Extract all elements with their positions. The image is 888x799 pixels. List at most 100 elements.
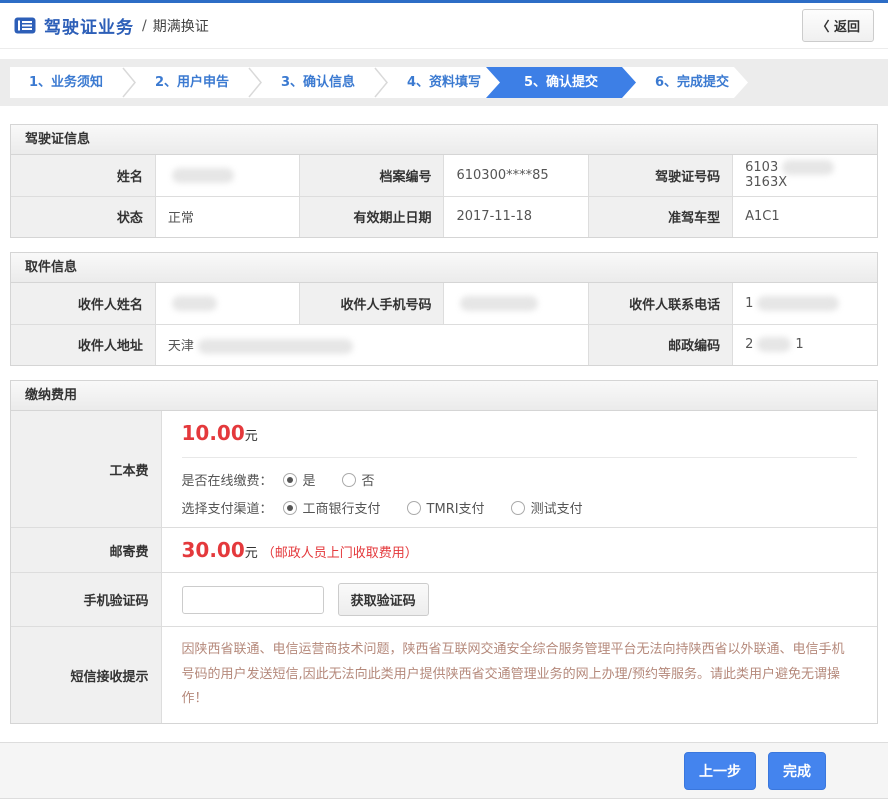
redacted-license-number [782, 160, 834, 175]
fees-section-title: 缴纳费用 [11, 381, 877, 411]
step-progress-bar: 1、业务须知 2、用户申告 3、确认信息 4、资料填写 5、确认提交 6、完成提… [10, 67, 878, 98]
mail-fee-currency: 元 [245, 546, 258, 561]
channel-tmri-radio[interactable] [407, 501, 421, 515]
recipient-name-value [155, 283, 299, 324]
license-number-prefix: 6103 [745, 160, 778, 175]
vehicle-type-value: A1C1 [733, 196, 877, 237]
step-bar-filler [734, 67, 878, 98]
channel-test-radio[interactable] [511, 501, 525, 515]
recipient-mobile-label: 收件人手机号码 [300, 283, 444, 324]
pickup-info-section: 取件信息 收件人姓名 收件人手机号码 收件人联系电话 1 收件人地址 天津 邮政… [10, 252, 878, 366]
license-number-value: 61033163X [733, 155, 877, 196]
channel-tmri-label[interactable]: TMRI支付 [427, 498, 485, 517]
online-pay-label: 是否在线缴费： [182, 470, 273, 489]
name-label: 姓名 [11, 155, 155, 196]
table-row: 邮寄费 30.00元 （邮政人员上门收取费用） [11, 528, 877, 573]
fee-divider [182, 457, 858, 458]
archive-number-value: 610300****85 [444, 155, 588, 196]
step-4-fill-materials[interactable]: 4、资料填写 [388, 67, 500, 98]
pickup-info-section-title: 取件信息 [11, 253, 877, 283]
step-1-business-notice[interactable]: 1、业务须知 [10, 67, 122, 98]
name-value [155, 155, 299, 196]
online-pay-yes-radio[interactable] [283, 473, 297, 487]
recipient-name-label: 收件人姓名 [11, 283, 155, 324]
footer-action-bar: 上一步 完成 [0, 742, 888, 799]
step-2-user-declaration[interactable]: 2、用户申告 [136, 67, 248, 98]
pay-channel-row: 选择支付渠道： 工商银行支付 TMRI支付 测试支付 [182, 498, 858, 517]
step-separator-icon [248, 67, 262, 98]
mail-fee-label: 邮寄费 [11, 528, 161, 573]
redacted-recipient-name [172, 296, 217, 311]
sms-code-label: 手机验证码 [11, 573, 161, 627]
breadcrumb-separator: / [142, 18, 147, 34]
expiry-date-value: 2017-11-18 [444, 196, 588, 237]
license-info-section-title: 驾驶证信息 [11, 125, 877, 155]
step-6-complete-submit[interactable]: 6、完成提交 [636, 67, 748, 98]
archive-number-label: 档案编号 [300, 155, 444, 196]
table-row: 工本费 10.00元 是否在线缴费： 是 否 选择支付渠道： 工商银行支付 TM… [11, 411, 877, 528]
license-number-suffix: 3163X [745, 175, 787, 190]
page-title: 驾驶证业务 [44, 13, 134, 38]
sms-tip-text: 因陕西省联通、电信运营商技术问题，陕西省互联网交通安全综合服务管理平台无法向持陕… [162, 627, 878, 723]
step-separator-icon [122, 67, 136, 98]
pickup-info-table: 收件人姓名 收件人手机号码 收件人联系电话 1 收件人地址 天津 邮政编码 21 [11, 283, 877, 365]
status-value: 正常 [155, 196, 299, 237]
back-arrow-icon: 〈 [816, 20, 829, 35]
pay-channel-label: 选择支付渠道： [182, 498, 273, 517]
previous-step-button[interactable]: 上一步 [684, 752, 756, 790]
table-row: 姓名 档案编号 610300****85 驾驶证号码 61033163X [11, 155, 877, 196]
redacted-postcode [757, 337, 791, 352]
recipient-tel-label: 收件人联系电话 [588, 283, 732, 324]
table-row: 状态 正常 有效期止日期 2017-11-18 准驾车型 A1C1 [11, 196, 877, 237]
back-button[interactable]: 〈 返回 [802, 9, 874, 42]
table-row: 手机验证码 获取验证码 [11, 573, 877, 627]
work-fee-label: 工本费 [11, 411, 161, 528]
get-code-button[interactable]: 获取验证码 [338, 583, 429, 616]
channel-icbc-label[interactable]: 工商银行支付 [303, 498, 381, 517]
recipient-address-value: 天津 [155, 324, 588, 365]
recipient-mobile-value [444, 283, 588, 324]
step-progress-band: 1、业务须知 2、用户申告 3、确认信息 4、资料填写 5、确认提交 6、完成提… [0, 59, 888, 106]
channel-icbc-radio[interactable] [283, 501, 297, 515]
redacted-name [172, 168, 234, 183]
license-info-table: 姓名 档案编号 610300****85 驾驶证号码 61033163X 状态 … [11, 155, 877, 237]
mail-fee-amount: 30.00 [182, 538, 245, 562]
redacted-recipient-address [198, 339, 353, 354]
vehicle-type-label: 准驾车型 [588, 196, 732, 237]
channel-test-label[interactable]: 测试支付 [531, 498, 583, 517]
redacted-recipient-mobile [460, 296, 538, 311]
postcode-label: 邮政编码 [588, 324, 732, 365]
recipient-address-label: 收件人地址 [11, 324, 155, 365]
postcode-value: 21 [733, 324, 877, 365]
table-row: 收件人地址 天津 邮政编码 21 [11, 324, 877, 365]
fees-section: 缴纳费用 工本费 10.00元 是否在线缴费： 是 否 选择支付渠道： 工商银行… [10, 380, 878, 724]
online-pay-no-radio[interactable] [342, 473, 356, 487]
work-fee-content: 10.00元 是否在线缴费： 是 否 选择支付渠道： 工商银行支付 TMRI支付… [161, 411, 877, 528]
recipient-tel-prefix: 1 [745, 296, 753, 311]
mail-fee-content: 30.00元 （邮政人员上门收取费用） [161, 528, 877, 573]
sms-code-input[interactable] [182, 586, 324, 614]
work-fee-price-line: 10.00元 [182, 421, 858, 445]
sms-tip-label: 短信接收提示 [11, 627, 161, 724]
postcode-prefix: 2 [745, 337, 753, 352]
finish-button[interactable]: 完成 [768, 752, 826, 790]
table-row: 收件人姓名 收件人手机号码 收件人联系电话 1 [11, 283, 877, 324]
postcode-suffix: 1 [795, 337, 803, 352]
license-list-icon [14, 17, 36, 34]
work-fee-currency: 元 [245, 429, 258, 444]
step-3-confirm-info[interactable]: 3、确认信息 [262, 67, 374, 98]
recipient-address-prefix: 天津 [168, 339, 194, 354]
sms-code-content: 获取验证码 [161, 573, 877, 627]
back-button-label: 返回 [834, 20, 860, 35]
online-pay-no-label[interactable]: 否 [362, 470, 375, 489]
recipient-tel-value: 1 [733, 283, 877, 324]
expiry-date-label: 有效期止日期 [300, 196, 444, 237]
license-info-section: 驾驶证信息 姓名 档案编号 610300****85 驾驶证号码 6103316… [10, 124, 878, 238]
table-row: 短信接收提示 因陕西省联通、电信运营商技术问题，陕西省互联网交通安全综合服务管理… [11, 627, 877, 724]
mail-fee-note: （邮政人员上门收取费用） [262, 546, 418, 561]
online-pay-yes-label[interactable]: 是 [303, 470, 316, 489]
step-5-confirm-submit-active[interactable]: 5、确认提交 [486, 67, 636, 98]
redacted-recipient-tel [757, 296, 839, 311]
status-label: 状态 [11, 196, 155, 237]
work-fee-amount: 10.00 [182, 421, 245, 445]
